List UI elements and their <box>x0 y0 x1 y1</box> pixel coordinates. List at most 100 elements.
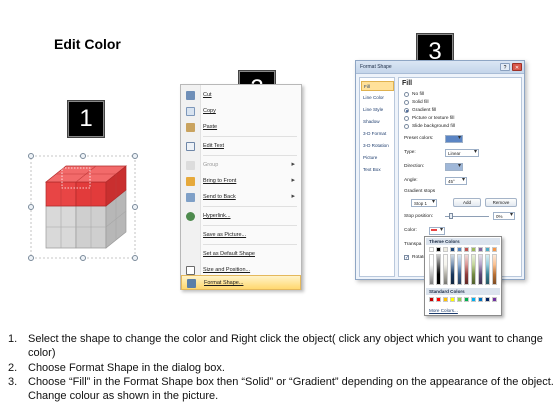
help-button[interactable]: ? <box>500 63 510 71</box>
cube-graphic <box>30 155 136 259</box>
theme-shade-column[interactable] <box>436 254 441 285</box>
standard-color-swatch[interactable] <box>429 297 434 302</box>
more-colors-link[interactable]: More Colors... <box>429 308 458 313</box>
theme-color-swatch[interactable] <box>450 247 455 252</box>
category-3d-rotation[interactable]: 3-D Rotation <box>361 141 394 151</box>
copy-icon <box>186 107 195 116</box>
radio-no-fill[interactable] <box>404 92 409 97</box>
category-picture[interactable]: Picture <box>361 153 394 163</box>
radio-gradient-fill[interactable] <box>404 108 409 113</box>
angle-input[interactable]: 45° <box>445 177 467 185</box>
category-3d-format[interactable]: 3-D Format <box>361 129 394 139</box>
theme-shade-column[interactable] <box>492 254 497 285</box>
resize-handle[interactable] <box>80 255 86 261</box>
radio-slide-bg-fill[interactable] <box>404 124 409 129</box>
menu-item-paste[interactable]: Paste <box>181 119 301 135</box>
group-icon <box>186 161 195 170</box>
menu-item-cut[interactable]: Cut <box>181 87 301 103</box>
stop-position-input[interactable]: 0% <box>493 212 515 220</box>
color-label: Color: <box>404 228 417 233</box>
theme-shade-column[interactable] <box>485 254 490 285</box>
theme-color-swatch[interactable] <box>478 247 483 252</box>
theme-shade-column[interactable] <box>443 254 448 285</box>
theme-color-swatch[interactable] <box>443 247 448 252</box>
dialog-title: Format Shape <box>360 64 392 70</box>
direction-dropdown[interactable] <box>445 163 463 171</box>
standard-color-swatch[interactable] <box>464 297 469 302</box>
step-1-badge: 1 <box>67 100 105 138</box>
direction-label: Direction: <box>404 164 425 169</box>
preset-colors-label: Preset colors: <box>404 136 434 141</box>
scissors-icon <box>186 91 195 100</box>
category-line-style[interactable]: Line Style <box>361 105 394 115</box>
menu-item-edit-text[interactable]: Edit Text <box>181 138 301 154</box>
resize-handle[interactable] <box>28 255 34 261</box>
menu-item-format-shape[interactable]: Format Shape... <box>181 275 301 290</box>
angle-label: Angle: <box>404 178 418 183</box>
resize-handle[interactable] <box>80 153 86 159</box>
menu-item-bring-to-front[interactable]: Bring to Front ▸ <box>181 173 301 189</box>
menu-item-save-as-picture[interactable]: Save as Picture... <box>181 227 301 243</box>
paint-bucket-icon <box>431 229 437 231</box>
size-position-icon <box>186 266 195 275</box>
resize-handle[interactable] <box>132 204 138 210</box>
close-button[interactable]: ✕ <box>512 63 522 71</box>
theme-shade-column[interactable] <box>471 254 476 285</box>
type-dropdown[interactable]: Linear <box>445 149 479 157</box>
remove-stop-button[interactable]: Remove <box>485 198 517 207</box>
rotate-checkbox[interactable]: ✓ <box>404 255 409 261</box>
resize-handle[interactable] <box>28 204 34 210</box>
submenu-arrow-icon: ▸ <box>291 177 295 184</box>
radio-solid-fill[interactable] <box>404 100 409 105</box>
preset-colors-dropdown[interactable] <box>445 135 463 143</box>
resize-handle[interactable] <box>28 153 34 159</box>
standard-color-swatch[interactable] <box>436 297 441 302</box>
menu-item-set-default-shape[interactable]: Set as Default Shape <box>181 246 301 262</box>
standard-color-swatch[interactable] <box>492 297 497 302</box>
submenu-arrow-icon: ▸ <box>291 161 295 168</box>
standard-color-swatch[interactable] <box>457 297 462 302</box>
theme-color-swatch[interactable] <box>464 247 469 252</box>
submenu-arrow-icon: ▸ <box>291 193 295 200</box>
theme-shade-column[interactable] <box>429 254 434 285</box>
theme-shade-column[interactable] <box>478 254 483 285</box>
category-fill[interactable]: Fill <box>361 81 394 91</box>
theme-color-swatch[interactable] <box>436 247 441 252</box>
transparency-label: Transpa <box>404 242 422 247</box>
standard-color-swatch[interactable] <box>471 297 476 302</box>
resize-handle[interactable] <box>132 153 138 159</box>
type-label: Type: <box>404 150 416 155</box>
standard-color-swatch[interactable] <box>443 297 448 302</box>
menu-item-hyperlink[interactable]: Hyperlink... <box>181 208 301 224</box>
option-label: Solid fill <box>412 100 429 105</box>
selected-cube-shape[interactable] <box>26 148 146 268</box>
menu-item-send-to-back[interactable]: Send to Back ▸ <box>181 189 301 205</box>
standard-color-swatch[interactable] <box>478 297 483 302</box>
resize-handle[interactable] <box>132 255 138 261</box>
theme-shade-column[interactable] <box>464 254 469 285</box>
theme-color-swatch[interactable] <box>471 247 476 252</box>
theme-color-swatch[interactable] <box>485 247 490 252</box>
category-line-color[interactable]: Line Color <box>361 93 394 103</box>
theme-color-swatch[interactable] <box>429 247 434 252</box>
theme-shade-column[interactable] <box>457 254 462 285</box>
edit-text-icon <box>186 142 195 151</box>
theme-color-swatch[interactable] <box>492 247 497 252</box>
slider-thumb[interactable] <box>449 213 453 219</box>
instruction-item: 3. Choose “Fill” in the Format Shape box… <box>8 375 554 403</box>
send-to-back-icon <box>186 193 195 202</box>
menu-item-copy[interactable]: Copy <box>181 103 301 119</box>
theme-color-swatch[interactable] <box>457 247 462 252</box>
standard-color-swatch[interactable] <box>485 297 490 302</box>
category-text-box[interactable]: Text Box <box>361 165 394 175</box>
theme-shade-column[interactable] <box>450 254 455 285</box>
option-label: No fill <box>412 92 424 97</box>
add-stop-button[interactable]: Add <box>453 198 481 207</box>
color-dropdown[interactable] <box>429 227 445 235</box>
standard-color-swatch[interactable] <box>450 297 455 302</box>
category-shadow[interactable]: Shadow <box>361 117 394 127</box>
radio-picture-fill[interactable] <box>404 116 409 121</box>
stop-dropdown[interactable]: Stop 1 <box>411 199 437 207</box>
instruction-item: 1. Select the shape to change the color … <box>8 333 543 360</box>
instruction-list: 1. Select the shape to change the color … <box>8 332 556 403</box>
